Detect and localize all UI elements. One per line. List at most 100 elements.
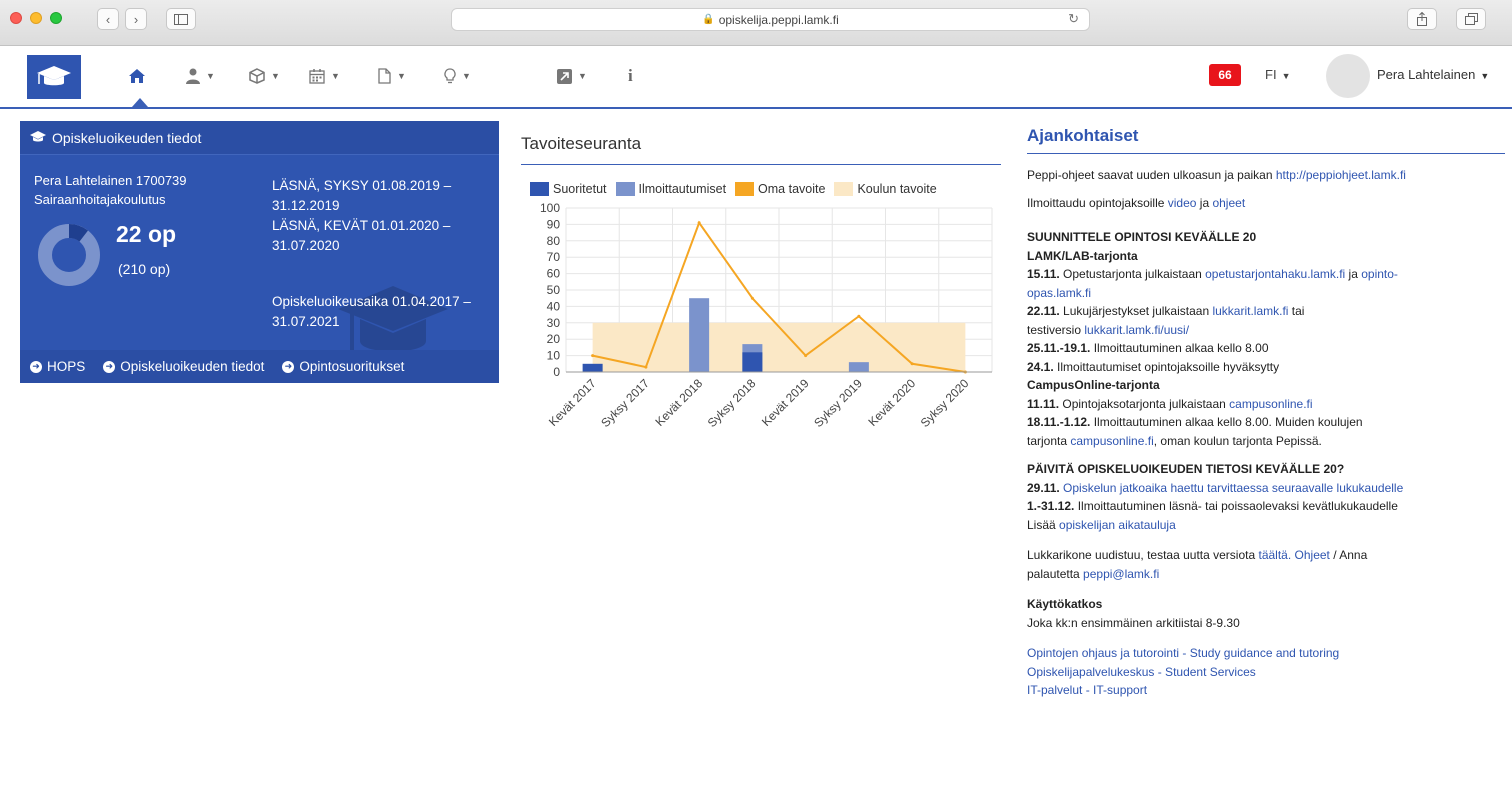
legend-item-ilmoittautumiset[interactable]: Ilmoittautumiset [615,182,726,196]
caret-down-icon: ▼ [1281,71,1291,81]
news-text: Opetustarjonta julkaistaan [1059,267,1206,281]
caret-down-icon: ▼ [397,71,406,81]
news-date: 24.1. [1027,359,1054,374]
credits-total: (210 op) [118,261,171,277]
own-goal-point [857,314,861,318]
nav-links-menu[interactable]: ▼ [557,63,587,89]
y-tick-label: 40 [547,299,561,313]
tabs-overview-button[interactable] [1456,8,1486,30]
study-records-label: Opintosuoritukset [299,359,405,374]
sidebar-icon [174,13,188,25]
nav-home[interactable] [128,63,146,89]
x-tick-label: Syksy 2018 [705,376,759,430]
news-date: 1.-31.12. [1027,499,1075,513]
peppiohjeet-link[interactable]: http://peppiohjeet.lamk.fi [1276,168,1406,182]
calendar-icon [309,69,325,84]
news-date: 25.11.-19.1. [1027,341,1091,355]
legend-swatch [615,182,635,196]
notification-badge[interactable]: 66 [1209,64,1241,86]
y-tick-label: 100 [540,201,560,215]
document-icon [378,68,391,84]
nav-studies-menu[interactable]: ▼ [249,63,280,89]
news-text: / Anna [1329,548,1368,562]
user-menu[interactable]: Pera Lahtelainen ▼ [1377,67,1489,82]
share-icon [1417,12,1427,26]
address-bar[interactable]: 🔒 opiskelija.peppi.lamk.fi ↻ [451,8,1090,31]
legend-item-suoritetut[interactable]: Suoritetut [530,182,607,196]
course-offering-link[interactable]: opetustarjontahaku.lamk.fi [1205,267,1345,281]
reload-icon[interactable]: ↻ [1068,11,1079,27]
close-window-button[interactable] [10,12,22,24]
caret-down-icon: ▼ [578,71,587,81]
credits-earned: 22 op [116,221,177,247]
study-guide-link[interactable]: opinto- [1361,267,1398,281]
language-selector[interactable]: FI ▼ [1265,67,1290,82]
news-text: Lukujärjestykset julkaistaan [1059,304,1213,318]
news-text: Opintojaksotarjonta julkaistaan [1059,396,1230,411]
own-goal-point [750,296,754,300]
legend-swatch [735,182,755,196]
campusonline-link[interactable]: campusonline.fi [1070,434,1153,448]
study-right-details-label: Opiskeluoikeuden tiedot [120,359,265,374]
arrow-circle-right-icon: ➜ [30,360,42,373]
lukkarit-link[interactable]: lukkarit.lamk.fi [1212,304,1288,318]
extension-link[interactable]: Opiskelun jatkoaika haettu tarvittaessa … [1063,481,1403,495]
bar-suoritetut [582,363,603,372]
study-records-link[interactable]: ➜ Opintosuoritukset [282,359,404,374]
peppi-email-link[interactable]: peppi@lamk.fi [1083,567,1159,581]
graduation-cap-icon [37,66,71,86]
y-tick-label: 20 [547,332,561,346]
schedules-link[interactable]: opiskelijan aikatauluja [1059,518,1176,532]
forward-button[interactable]: › [125,8,147,30]
peppi-logo-button[interactable] [27,55,81,99]
study-right-details-link[interactable]: ➜ Opiskeluoikeuden tiedot [103,359,264,374]
news-text: tarjonta [1027,433,1071,448]
section-subheading: LAMK/LAB-tarjonta [1027,248,1138,263]
home-icon [129,69,145,83]
hops-link[interactable]: ➜ HOPS [30,359,85,374]
lukkarit-test-link[interactable]: lukkarit.lamk.fi/uusi/ [1084,323,1189,337]
news-text: ja [1196,195,1213,210]
guidance-link[interactable]: Opintojen ohjaus ja tutorointi - Study g… [1027,646,1339,660]
bar-ilmoittautumiset [689,298,710,372]
instructions-link[interactable]: ohjeet [1212,196,1245,210]
sidebar-toggle-button[interactable] [166,8,196,30]
nav-info[interactable]: i [628,63,633,89]
legend-item-oma-tavoite[interactable]: Oma tavoite [735,182,825,196]
nav-person-menu[interactable]: ▼ [186,63,215,89]
x-tick-label: Kevät 2018 [652,376,705,429]
caret-down-icon: ▼ [1480,71,1490,81]
x-tick-label: Kevät 2019 [759,376,812,429]
url-text: opiskelija.peppi.lamk.fi [718,12,839,27]
external-link-icon [557,68,572,84]
nav-ideas-menu[interactable]: ▼ [444,63,471,89]
news-text: testiversio [1027,322,1085,337]
student-info: Pera Lahtelainen 1700739 Sairaanhoitajak… [34,171,187,209]
lock-icon: 🔒 [702,14,715,25]
section-subheading: CampusOnline-tarjonta [1027,378,1160,392]
degree-program: Sairaanhoitajakoulutus [34,192,166,207]
video-link[interactable]: video [1168,196,1197,210]
news-title: Ajankohtaiset [1027,126,1139,145]
campusonline-link[interactable]: campusonline.fi [1229,397,1312,411]
student-services-link[interactable]: Opiskelijapalvelukeskus - Student Servic… [1027,665,1256,679]
tabs-icon [1464,13,1478,25]
zoom-window-button[interactable] [50,12,62,24]
guide-link[interactable]: Ohjeet [1295,548,1330,562]
avatar[interactable] [1326,54,1370,98]
back-button[interactable]: ‹ [97,8,119,30]
nav-calendar-menu[interactable]: ▼ [309,63,340,89]
study-guide-link[interactable]: opas.lamk.fi [1027,286,1091,300]
news-text: Lukkarikone uudistuu, testaa uutta versi… [1027,548,1259,562]
y-tick-label: 90 [547,217,561,231]
legend-item-koulun-tavoite[interactable]: Koulun tavoite [834,182,937,196]
it-support-link[interactable]: IT-palvelut - IT-support [1027,683,1147,697]
y-tick-label: 50 [547,283,561,297]
minimize-window-button[interactable] [30,12,42,24]
own-goal-point [804,354,808,358]
y-tick-label: 80 [547,234,561,248]
share-button[interactable] [1407,8,1437,30]
nav-documents-menu[interactable]: ▼ [378,63,406,89]
chevron-left-icon: ‹ [105,11,111,27]
here-link[interactable]: täältä. [1258,548,1291,562]
